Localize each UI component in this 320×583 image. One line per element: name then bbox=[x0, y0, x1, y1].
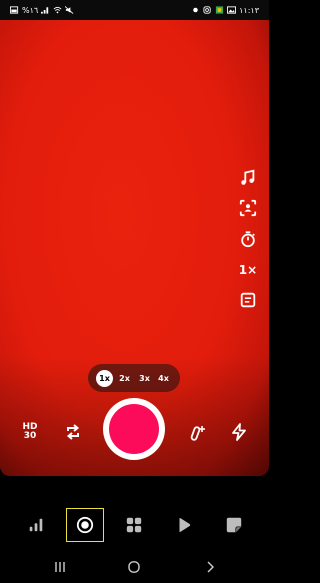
speed-button[interactable]: 1× bbox=[236, 259, 260, 281]
flip-camera-button[interactable] bbox=[59, 418, 87, 446]
quality-label: HD 30 bbox=[22, 422, 38, 441]
app-notification-icon bbox=[215, 6, 224, 14]
nav-grid[interactable] bbox=[117, 508, 151, 542]
nav-record[interactable] bbox=[66, 508, 104, 542]
system-nav-bar bbox=[0, 553, 269, 583]
music-note-icon bbox=[239, 169, 257, 187]
beauty-button[interactable] bbox=[183, 418, 211, 446]
back-button[interactable] bbox=[198, 557, 222, 577]
flash-icon bbox=[229, 422, 249, 442]
face-detect-icon bbox=[239, 199, 257, 217]
record-button[interactable] bbox=[103, 398, 165, 460]
record-button-core bbox=[109, 404, 159, 454]
battery-icon bbox=[10, 6, 19, 14]
chevron-right-icon bbox=[203, 561, 217, 573]
wifi-icon bbox=[53, 6, 62, 14]
zoom-option-3x[interactable]: 3x bbox=[136, 370, 153, 387]
recent-apps-icon bbox=[53, 561, 67, 573]
signal-icon bbox=[41, 6, 50, 14]
flip-camera-icon bbox=[63, 422, 83, 442]
timer-button[interactable] bbox=[236, 228, 260, 250]
zoom-option-4x[interactable]: 4x bbox=[155, 370, 172, 387]
zoom-option-1x[interactable]: 1x bbox=[96, 370, 113, 387]
zoom-option-2x[interactable]: 2x bbox=[116, 370, 133, 387]
mute-icon bbox=[65, 6, 74, 14]
instagram-icon bbox=[203, 6, 212, 14]
sticker-icon bbox=[225, 516, 243, 534]
status-bar: %١٦ ١١:١٣ bbox=[0, 0, 269, 20]
status-right: ١١:١٣ bbox=[191, 6, 259, 15]
nav-sticker[interactable] bbox=[217, 508, 251, 542]
status-left: %١٦ bbox=[10, 6, 74, 15]
home-button[interactable] bbox=[122, 557, 146, 577]
record-icon bbox=[76, 516, 94, 534]
zoom-selector: 1x 2x 3x 4x bbox=[88, 364, 180, 392]
battery-percent: %١٦ bbox=[22, 5, 39, 15]
recent-apps-button[interactable] bbox=[48, 557, 72, 577]
clock: ١١:١٣ bbox=[239, 5, 259, 15]
caption-button[interactable] bbox=[236, 289, 260, 311]
nav-stats[interactable] bbox=[19, 508, 53, 542]
magic-wand-icon bbox=[187, 422, 207, 442]
stats-icon bbox=[27, 516, 45, 534]
face-detect-button[interactable] bbox=[236, 197, 260, 219]
music-button[interactable] bbox=[236, 167, 260, 189]
bottom-nav bbox=[0, 504, 269, 544]
gallery-icon bbox=[227, 6, 237, 14]
caption-icon bbox=[239, 291, 257, 309]
nav-play[interactable] bbox=[167, 508, 201, 542]
home-icon bbox=[127, 561, 141, 573]
grid-icon bbox=[125, 516, 143, 534]
flash-button[interactable] bbox=[225, 418, 253, 446]
timer-icon bbox=[239, 230, 257, 248]
quality-button[interactable]: HD 30 bbox=[16, 418, 44, 446]
play-icon bbox=[175, 516, 193, 534]
dot-icon bbox=[191, 6, 200, 14]
